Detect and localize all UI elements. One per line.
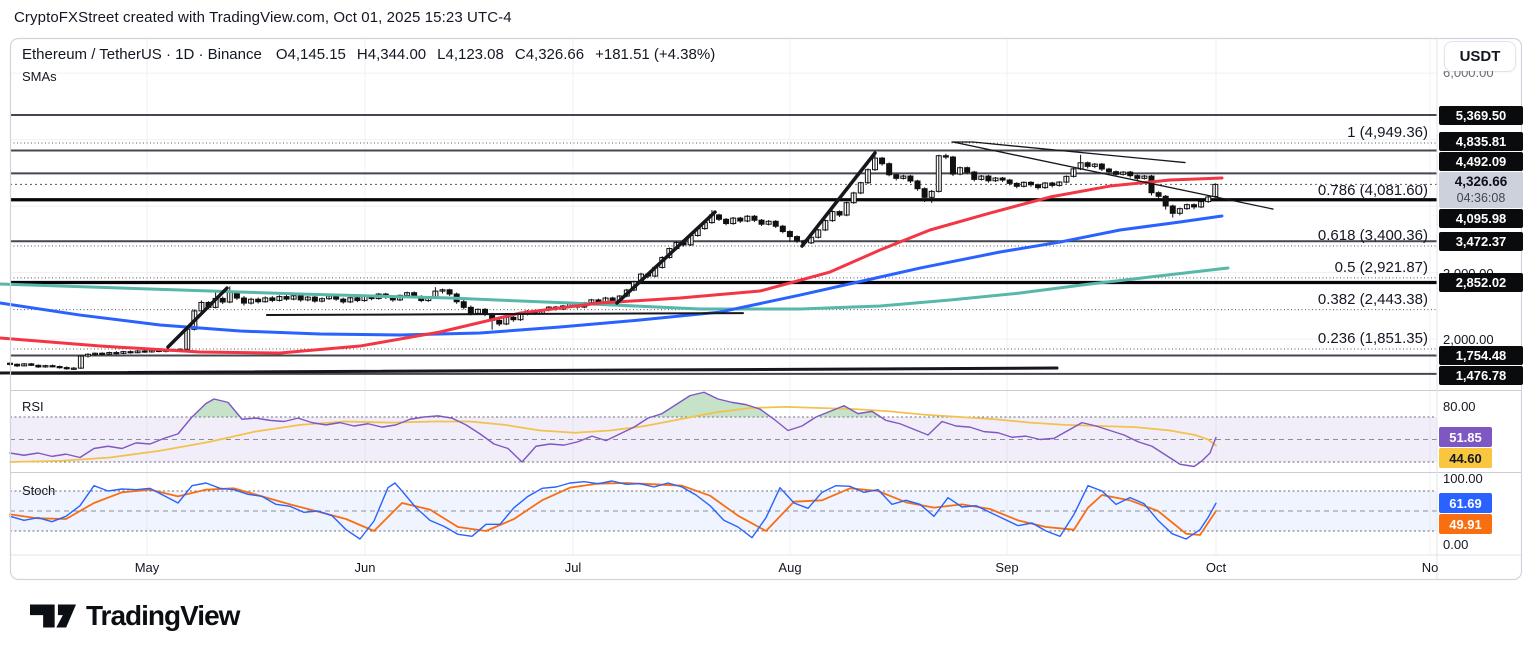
attribution-text: CryptoFXStreet created with TradingView.… — [14, 9, 512, 26]
time-axis[interactable] — [10, 555, 1522, 580]
fib-level-label: 0.618 (3,400.36) — [1128, 227, 1428, 244]
fib-level-label: 0.382 (2,443.38) — [1128, 291, 1428, 308]
price-axis-badge: 4,095.98 — [1439, 209, 1523, 228]
price-axis-badge: 4,492.09 — [1439, 152, 1523, 171]
legend-symbol: Ethereum / TetherUS · 1D · Binance — [22, 46, 262, 63]
legend-open: O4,145.15 — [276, 46, 346, 63]
rsi-value-badge: 51.85 — [1439, 427, 1492, 447]
fib-level-label: 0.5 (2,921.87) — [1128, 259, 1428, 276]
price-axis-badge: 3,472.37 — [1439, 232, 1523, 251]
current-price-value: 4,326.66 — [1455, 174, 1508, 191]
legend-low: L4,123.08 — [437, 46, 504, 63]
smas-indicator-label: SMAs — [22, 69, 57, 84]
legend-high: H4,344.00 — [357, 46, 426, 63]
stoch-value-badge: 61.69 — [1439, 493, 1492, 513]
fib-level-label: 1 (4,949.36) — [1128, 124, 1428, 141]
rsi-value-badge: 44.60 — [1439, 448, 1492, 468]
bar-countdown: 04:36:08 — [1457, 191, 1506, 207]
tradingview-logo-text: TradingView — [86, 600, 239, 632]
price-axis-badge: 4,835.81 — [1439, 132, 1523, 151]
rsi-pane-label: RSI — [22, 399, 44, 414]
current-price-badge: 4,326.66 04:36:08 — [1439, 172, 1523, 208]
tradingview-logo-icon — [30, 602, 76, 630]
legend-close: C4,326.66 — [515, 46, 584, 63]
price-axis-badge: 2,852.02 — [1439, 273, 1523, 292]
price-axis-badge: 5,369.50 — [1439, 106, 1523, 125]
tradingview-logo[interactable]: TradingView — [30, 600, 239, 632]
legend-change: +181.51 (+4.38%) — [595, 46, 715, 63]
stoch-pane-label: Stoch — [22, 483, 55, 498]
stoch-value-badge: 49.91 — [1439, 514, 1492, 534]
price-axis-badge: 1,754.48 — [1439, 346, 1523, 365]
fib-level-label: 0.786 (4,081.60) — [1128, 182, 1428, 199]
symbol-legend: Ethereum / TetherUS · 1D · Binance O4,145… — [22, 46, 726, 63]
price-axis-badge: 1,476.78 — [1439, 366, 1523, 385]
fib-level-label: 0.236 (1,851.35) — [1128, 330, 1428, 347]
